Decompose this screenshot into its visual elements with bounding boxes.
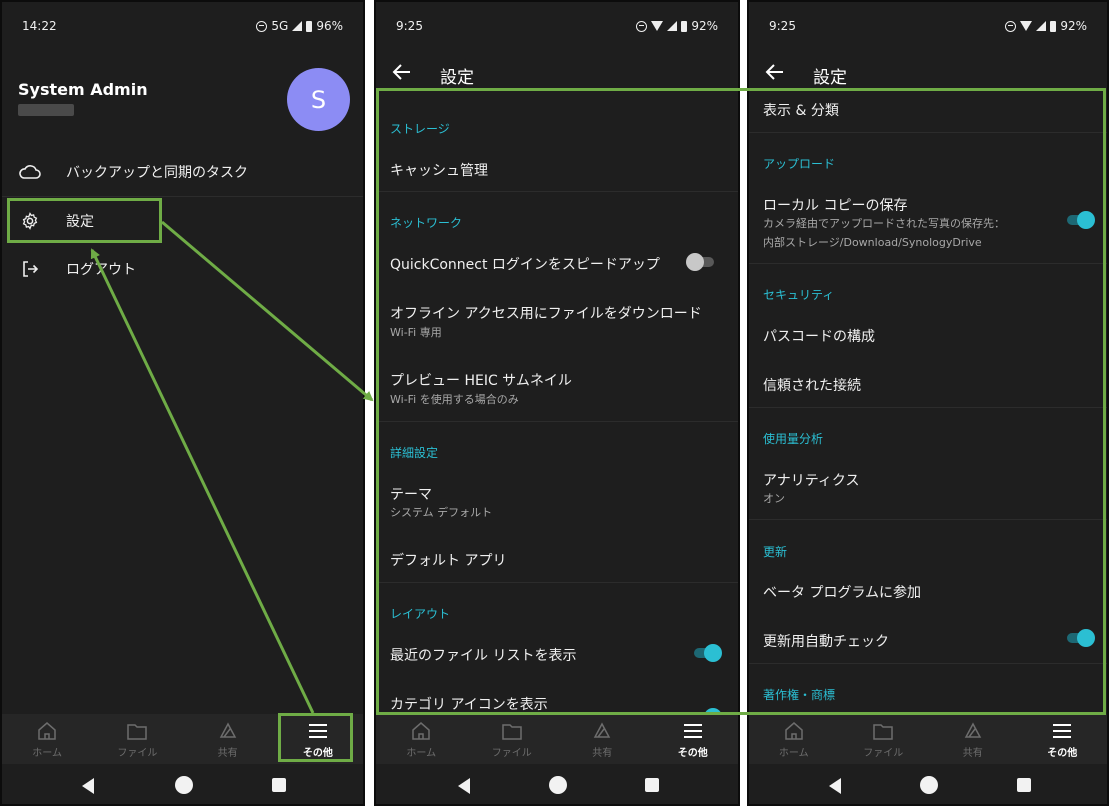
signal-icon xyxy=(292,21,303,31)
status-icons: 92% xyxy=(636,19,718,33)
battery-level: 92% xyxy=(1060,19,1087,33)
back-icon[interactable] xyxy=(829,778,841,794)
battery-icon xyxy=(681,20,688,32)
nav-home[interactable]: ホーム xyxy=(376,714,467,764)
page-title: 設定 xyxy=(440,68,474,88)
battery-level: 96% xyxy=(316,19,343,33)
nav-more[interactable]: その他 xyxy=(648,714,739,764)
profile-name: System Admin xyxy=(18,80,148,99)
signal-icon xyxy=(667,21,678,31)
nav-share[interactable]: 共有 xyxy=(557,714,648,764)
menu-item-backup-sync[interactable]: バックアップと同期のタスク xyxy=(2,148,363,196)
signal-icon xyxy=(1036,21,1047,31)
recents-icon[interactable] xyxy=(272,778,286,792)
nav-more[interactable]: その他 xyxy=(1018,714,1108,764)
logout-icon xyxy=(2,260,66,278)
home-circle-icon[interactable] xyxy=(920,776,938,794)
nav-share[interactable]: 共有 xyxy=(183,714,273,764)
share-icon xyxy=(219,722,236,738)
do-not-disturb-icon xyxy=(1005,20,1017,32)
nav-label: ホーム xyxy=(778,748,809,759)
nav-label: ホーム xyxy=(406,748,437,759)
status-bar: 14:22 5G 96% xyxy=(2,2,363,50)
share-icon xyxy=(964,722,982,738)
system-navigation xyxy=(2,764,363,804)
nav-files[interactable]: ファイル xyxy=(92,714,182,764)
menu-item-label: バックアップと同期のタスク xyxy=(66,165,248,181)
bottom-navigation: ホーム ファイル 共有 その他 xyxy=(376,714,738,764)
nav-label: その他 xyxy=(1047,748,1078,759)
nav-files[interactable]: ファイル xyxy=(839,714,929,764)
status-time: 14:22 xyxy=(22,19,57,33)
nav-label: 共有 xyxy=(592,748,613,759)
page-title: 設定 xyxy=(813,68,847,88)
back-icon[interactable] xyxy=(458,778,470,794)
highlight-more-tab xyxy=(278,713,353,762)
wifi-icon xyxy=(1020,21,1033,31)
status-icons: 5G 96% xyxy=(256,19,343,33)
home-circle-icon[interactable] xyxy=(549,776,567,794)
home-icon xyxy=(785,722,803,740)
nav-home[interactable]: ホーム xyxy=(2,714,92,764)
menu-icon xyxy=(683,724,702,738)
home-icon xyxy=(38,722,56,740)
home-icon xyxy=(412,722,430,740)
battery-level: 92% xyxy=(691,19,718,33)
folder-icon xyxy=(873,724,893,740)
wifi-icon xyxy=(651,21,664,31)
back-arrow-icon[interactable] xyxy=(390,60,414,84)
highlight-settings-screens xyxy=(376,88,1106,715)
avatar[interactable]: S xyxy=(287,68,350,131)
battery-icon xyxy=(306,20,313,32)
nav-label: 共有 xyxy=(962,748,983,759)
do-not-disturb-icon xyxy=(636,20,648,32)
menu-item-logout[interactable]: ログアウト xyxy=(2,245,363,293)
folder-icon xyxy=(502,724,522,740)
recents-icon[interactable] xyxy=(1017,778,1031,792)
system-navigation xyxy=(376,764,738,804)
share-icon xyxy=(593,722,611,738)
menu-icon xyxy=(1053,724,1072,738)
bottom-navigation: ホーム ファイル 共有 その他 xyxy=(749,714,1107,764)
nav-files[interactable]: ファイル xyxy=(467,714,558,764)
highlight-settings-menu xyxy=(7,198,162,243)
menu-item-label: ログアウト xyxy=(66,262,136,278)
nav-label: その他 xyxy=(677,748,708,759)
status-time: 9:25 xyxy=(769,19,796,33)
system-navigation xyxy=(749,764,1107,804)
network-label: 5G xyxy=(271,19,289,33)
nav-label: ファイル xyxy=(863,748,904,759)
status-bar: 9:25 92% xyxy=(376,2,738,50)
status-bar: 9:25 92% xyxy=(749,2,1107,50)
status-icons: 92% xyxy=(1005,19,1087,33)
nav-label: ファイル xyxy=(491,748,532,759)
folder-icon xyxy=(127,724,148,740)
back-icon[interactable] xyxy=(82,778,94,794)
profile-subtitle-redacted xyxy=(18,104,74,116)
nav-label: ホーム xyxy=(32,748,62,759)
nav-label: ファイル xyxy=(117,748,158,759)
do-not-disturb-icon xyxy=(256,20,268,32)
nav-label: 共有 xyxy=(217,748,238,759)
nav-share[interactable]: 共有 xyxy=(928,714,1018,764)
cloud-icon xyxy=(2,164,66,180)
battery-icon xyxy=(1050,20,1057,32)
home-circle-icon[interactable] xyxy=(175,776,193,794)
status-time: 9:25 xyxy=(396,19,423,33)
back-arrow-icon[interactable] xyxy=(763,60,787,84)
recents-icon[interactable] xyxy=(645,778,659,792)
nav-home[interactable]: ホーム xyxy=(749,714,839,764)
phone-screen-menu: 14:22 5G 96% System Admin S バックアップと同期のタス… xyxy=(0,0,365,806)
